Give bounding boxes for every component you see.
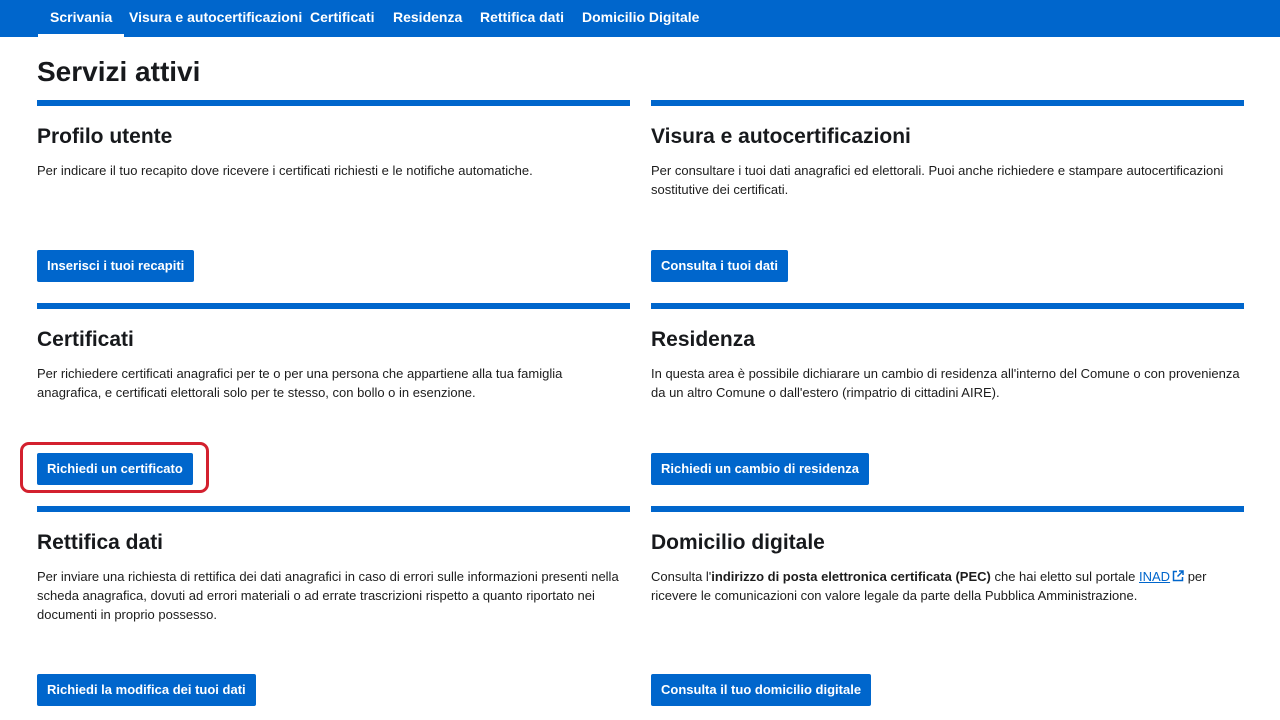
- card-divider: [651, 100, 1244, 106]
- nav-item-certificati[interactable]: Certificati: [310, 0, 375, 37]
- inad-link[interactable]: INAD: [1139, 569, 1184, 584]
- card-description: In questa area è possibile dichiarare un…: [651, 366, 1240, 400]
- card-description: Per indicare il tuo recapito dove riceve…: [37, 163, 533, 178]
- nav-item-domicilio-digitale[interactable]: Domicilio Digitale: [582, 0, 699, 37]
- card-divider: [37, 303, 630, 309]
- card-title: Residenza: [651, 328, 755, 351]
- page-title: Servizi attivi: [37, 56, 201, 87]
- external-link-icon: [1172, 570, 1184, 582]
- card-divider: [651, 506, 1244, 512]
- nav-item-scrivania[interactable]: Scrivania: [37, 0, 125, 37]
- richiedi-modifica-dati-button[interactable]: Richiedi la modifica dei tuoi dati: [37, 674, 256, 706]
- inad-link-text: INAD: [1139, 569, 1171, 584]
- richiedi-cambio-residenza-button[interactable]: Richiedi un cambio di residenza: [651, 453, 869, 485]
- description-text: Consulta l': [651, 569, 712, 584]
- card-description: Per consultare i tuoi dati anagrafici ed…: [651, 163, 1224, 197]
- nav-item-visura[interactable]: Visura e autocertificazioni: [129, 0, 302, 37]
- card-title: Visura e autocertificazioni: [651, 125, 911, 148]
- description-text: che hai eletto sul portale: [990, 569, 1140, 584]
- card-title: Rettifica dati: [37, 531, 164, 554]
- consulta-dati-button[interactable]: Consulta i tuoi dati: [651, 250, 788, 282]
- card-divider: [37, 506, 630, 512]
- card-title: Certificati: [37, 328, 134, 351]
- nav-item-rettifica-dati[interactable]: Rettifica dati: [480, 0, 564, 37]
- nav-item-residenza[interactable]: Residenza: [393, 0, 462, 37]
- inserisci-recapiti-button[interactable]: Inserisci i tuoi recapiti: [37, 250, 195, 282]
- card-description: Per richiedere certificati anagrafici pe…: [37, 366, 563, 400]
- card-title: Profilo utente: [37, 125, 173, 148]
- card-divider: [37, 100, 630, 106]
- top-navigation: Scrivania Visura e autocertificazioni Ce…: [0, 0, 1280, 37]
- card-divider: [651, 303, 1244, 309]
- highlight-annotation: [20, 442, 209, 493]
- card-description: Per inviare una richiesta di rettifica d…: [37, 569, 619, 622]
- card-description: Consulta l'indirizzo di posta elettronic…: [651, 567, 1244, 605]
- consulta-domicilio-digitale-button[interactable]: Consulta il tuo domicilio digitale: [651, 674, 872, 706]
- pec-bold-text: indirizzo di posta elettronica certifica…: [711, 569, 991, 584]
- card-title: Domicilio digitale: [651, 531, 825, 554]
